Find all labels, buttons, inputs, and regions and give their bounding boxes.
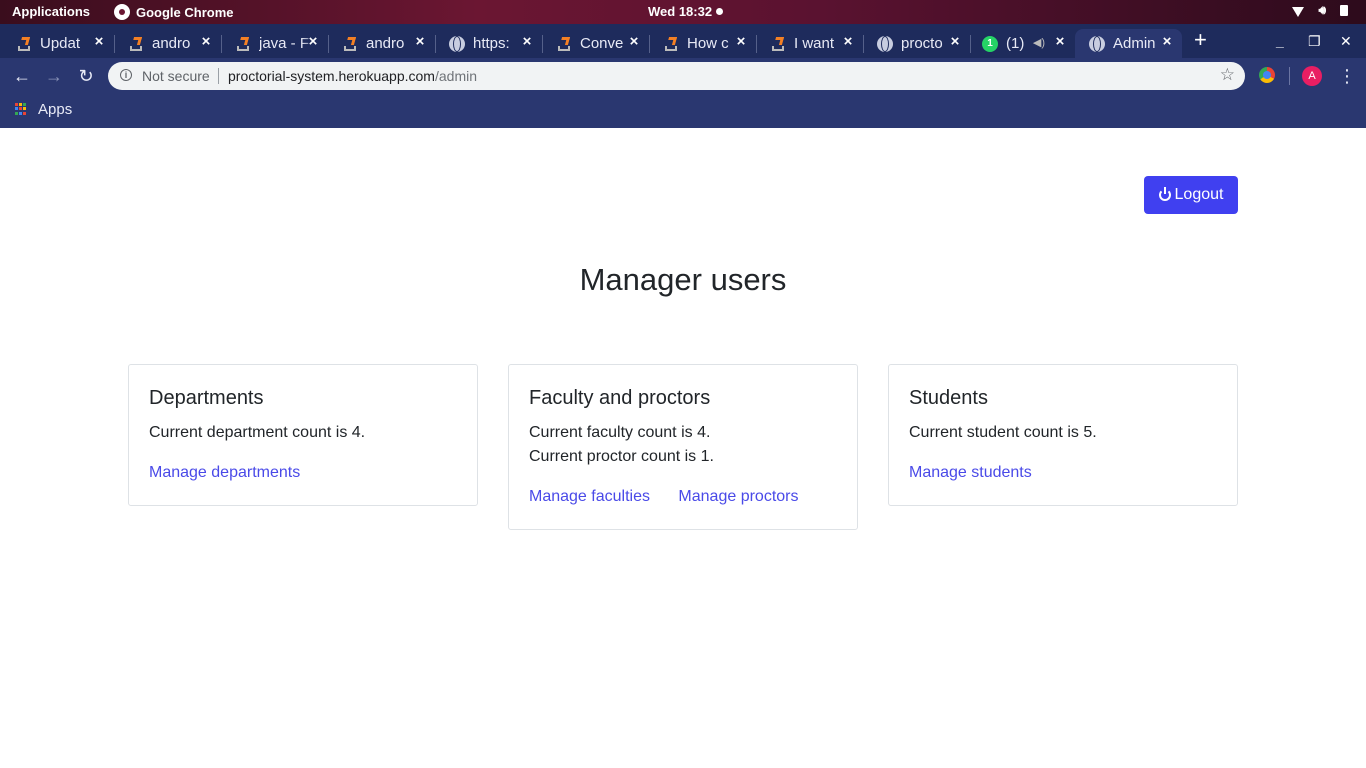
reload-icon[interactable]: ↻ xyxy=(76,66,96,86)
card-title: Departments xyxy=(149,387,264,409)
bookmark-star-icon[interactable]: ☆ xyxy=(1220,65,1235,85)
minimize-icon[interactable]: _ xyxy=(1276,33,1284,49)
close-icon[interactable]: × xyxy=(627,34,641,49)
card-links: Manage departments xyxy=(149,461,457,485)
card-text: Current department count is 4. xyxy=(149,424,366,441)
globe-icon xyxy=(1089,35,1105,52)
card-links: Manage students xyxy=(909,461,1217,485)
close-icon[interactable]: × xyxy=(1160,34,1174,49)
security-label[interactable]: Not secure xyxy=(142,68,210,84)
card-title: Faculty and proctors xyxy=(529,387,711,409)
faculty-proctors-card: Faculty and proctors Current faculty cou… xyxy=(508,364,858,530)
stackoverflow-icon xyxy=(128,36,144,52)
card-links: Manage faculties Manage proctors xyxy=(529,485,837,509)
info-icon[interactable]: i xyxy=(120,69,132,81)
globe-icon xyxy=(449,35,465,52)
bookmarks-bar: Apps xyxy=(0,94,1366,128)
tab[interactable]: Updat × xyxy=(2,29,115,58)
url-domain: proctorial-system.herokuapp.com xyxy=(228,68,435,84)
tab[interactable]: andro × xyxy=(328,29,436,58)
departments-card: Departments Current department count is … xyxy=(128,364,478,506)
stackoverflow-icon xyxy=(556,36,572,52)
chrome-icon xyxy=(114,4,130,20)
profile-avatar[interactable]: A xyxy=(1302,66,1322,86)
omnibox-divider xyxy=(218,68,219,84)
tab-title: (1) xyxy=(1006,35,1025,52)
tab[interactable]: https: × xyxy=(435,29,543,58)
menu-kebab-icon[interactable]: ⋮ xyxy=(1338,62,1356,90)
system-tray[interactable]: 🔊︎ xyxy=(1292,3,1348,18)
close-icon[interactable]: × xyxy=(520,34,534,49)
stackoverflow-icon xyxy=(342,36,358,52)
tab-active[interactable]: Admin × xyxy=(1075,29,1182,58)
applications-menu[interactable]: Applications xyxy=(12,4,90,19)
stackoverflow-icon xyxy=(235,36,251,52)
manage-departments-link[interactable]: Manage departments xyxy=(149,464,300,481)
apps-bookmark[interactable]: Apps xyxy=(38,101,72,118)
new-tab-icon[interactable]: + xyxy=(1194,29,1207,51)
active-app-label: Google Chrome xyxy=(136,4,234,20)
forward-icon[interactable]: → xyxy=(44,66,64,86)
clock[interactable]: Wed 18:32 xyxy=(648,4,724,19)
close-window-icon[interactable]: ✕ xyxy=(1340,33,1352,50)
tab-title: Updat xyxy=(40,35,81,52)
tab-strip: Updat × andro × java - F × andro × https… xyxy=(0,24,1366,58)
tab[interactable]: I want × xyxy=(756,29,864,58)
volume-icon: 🔊︎ xyxy=(1318,3,1326,17)
clock-label: Wed 18:32 xyxy=(648,4,713,19)
manage-students-link[interactable]: Manage students xyxy=(909,464,1032,481)
notification-dot-icon xyxy=(716,8,724,15)
stackoverflow-icon xyxy=(770,36,786,52)
tab[interactable]: procto × xyxy=(863,29,971,58)
os-top-bar: Applications Google Chrome Wed 18:32 🔊︎ xyxy=(0,0,1366,24)
power-icon xyxy=(1158,187,1171,201)
close-icon[interactable]: × xyxy=(199,34,213,49)
card-text: Current student count is 5. xyxy=(909,424,1097,441)
tab[interactable]: Conve × xyxy=(542,29,650,58)
card-text: Current proctor count is 1. xyxy=(529,448,714,465)
manage-faculties-link[interactable]: Manage faculties xyxy=(529,488,650,505)
card-text: Current faculty count is 4. xyxy=(529,424,711,441)
close-icon[interactable]: × xyxy=(92,34,106,49)
close-icon[interactable]: × xyxy=(413,34,427,49)
page-title: Manager users xyxy=(579,262,787,297)
active-app-menu[interactable]: Google Chrome xyxy=(114,4,234,20)
battery-icon xyxy=(1340,5,1348,16)
whatsapp-icon xyxy=(982,35,998,52)
manage-proctors-link[interactable]: Manage proctors xyxy=(678,488,798,505)
close-icon[interactable]: × xyxy=(948,34,962,49)
students-card: Students Current student count is 5. Man… xyxy=(888,364,1238,506)
tab[interactable]: How c × xyxy=(649,29,757,58)
url-text[interactable]: proctorial-system.herokuapp.com/admin xyxy=(228,68,477,84)
stackoverflow-icon xyxy=(663,36,679,52)
close-icon[interactable]: × xyxy=(306,34,320,49)
logout-button[interactable]: Logout xyxy=(1144,176,1238,214)
tab[interactable]: java - F × xyxy=(221,29,329,58)
extension-icon[interactable] xyxy=(1259,67,1275,83)
back-icon[interactable]: ← xyxy=(12,66,32,86)
tab[interactable]: (1) ◀︎) × xyxy=(968,29,1075,58)
stackoverflow-icon xyxy=(16,36,32,52)
wifi-icon xyxy=(1292,6,1305,17)
close-icon[interactable]: × xyxy=(841,34,855,49)
globe-icon xyxy=(877,35,893,52)
tab[interactable]: andro × xyxy=(114,29,222,58)
address-bar[interactable]: i Not secure proctorial-system.herokuapp… xyxy=(108,62,1245,90)
logout-label: Logout xyxy=(1174,186,1224,203)
close-icon[interactable]: × xyxy=(734,34,748,49)
card-title: Students xyxy=(909,387,988,409)
toolbar-divider xyxy=(1289,67,1290,85)
audio-icon[interactable]: ◀︎) xyxy=(1033,36,1045,49)
maximize-icon[interactable]: ❐ xyxy=(1308,33,1321,50)
close-icon[interactable]: × xyxy=(1053,34,1067,49)
apps-grid-icon[interactable] xyxy=(15,103,27,115)
url-path: /admin xyxy=(434,68,478,84)
